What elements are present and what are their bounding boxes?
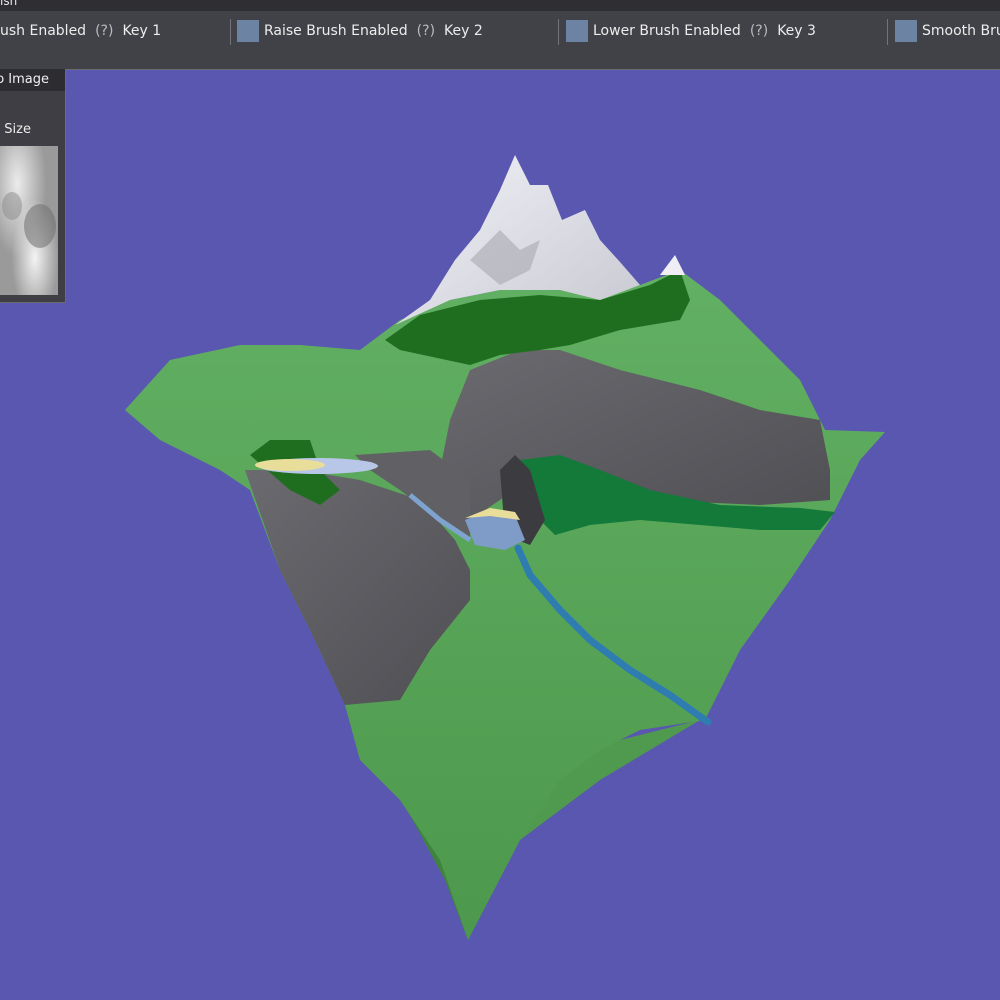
- lower-brush-label: Lower Brush Enabled: [593, 23, 741, 39]
- size-label: e Size: [0, 122, 31, 137]
- lower-brush-help-icon[interactable]: (?): [750, 23, 768, 39]
- heightmap-panel: o Image e Size: [0, 69, 66, 303]
- brush-1-label: ush Enabled: [0, 23, 87, 39]
- panel-header[interactable]: o Image: [0, 69, 65, 91]
- smooth-brush-checkbox[interactable]: [895, 20, 917, 42]
- panel-title: o Image: [0, 72, 49, 87]
- toolbar-divider: [230, 19, 231, 45]
- brush-1-help-icon[interactable]: (?): [95, 23, 113, 39]
- lower-brush-toggle[interactable]: Lower Brush Enabled (?) Key 3: [566, 19, 816, 43]
- heightmap-preview-image[interactable]: [0, 146, 58, 295]
- terrain-viewport[interactable]: [0, 0, 1000, 1000]
- brush-toggle-1[interactable]: ush Enabled (?) Key 1: [0, 19, 161, 43]
- smooth-brush-toggle[interactable]: Smooth Brus: [895, 19, 1000, 43]
- brush-1-key: Key 1: [122, 23, 162, 39]
- lower-brush-checkbox[interactable]: [566, 20, 588, 42]
- raise-brush-toggle[interactable]: Raise Brush Enabled (?) Key 2: [237, 19, 483, 43]
- raise-brush-key: Key 2: [444, 23, 483, 39]
- lower-brush-key: Key 3: [777, 23, 816, 39]
- window-title-strip: ısh: [0, 0, 1000, 11]
- brush-toolbar: ısh ush Enabled (?) Key 1 Raise Brush En…: [0, 0, 1000, 70]
- raise-brush-help-icon[interactable]: (?): [417, 23, 435, 39]
- raise-brush-checkbox[interactable]: [237, 20, 259, 42]
- raise-brush-label: Raise Brush Enabled: [264, 23, 408, 39]
- window-title: ısh: [0, 0, 18, 8]
- toolbar-divider: [887, 19, 888, 45]
- toolbar-divider: [558, 19, 559, 45]
- smooth-brush-label: Smooth Brus: [922, 23, 1000, 39]
